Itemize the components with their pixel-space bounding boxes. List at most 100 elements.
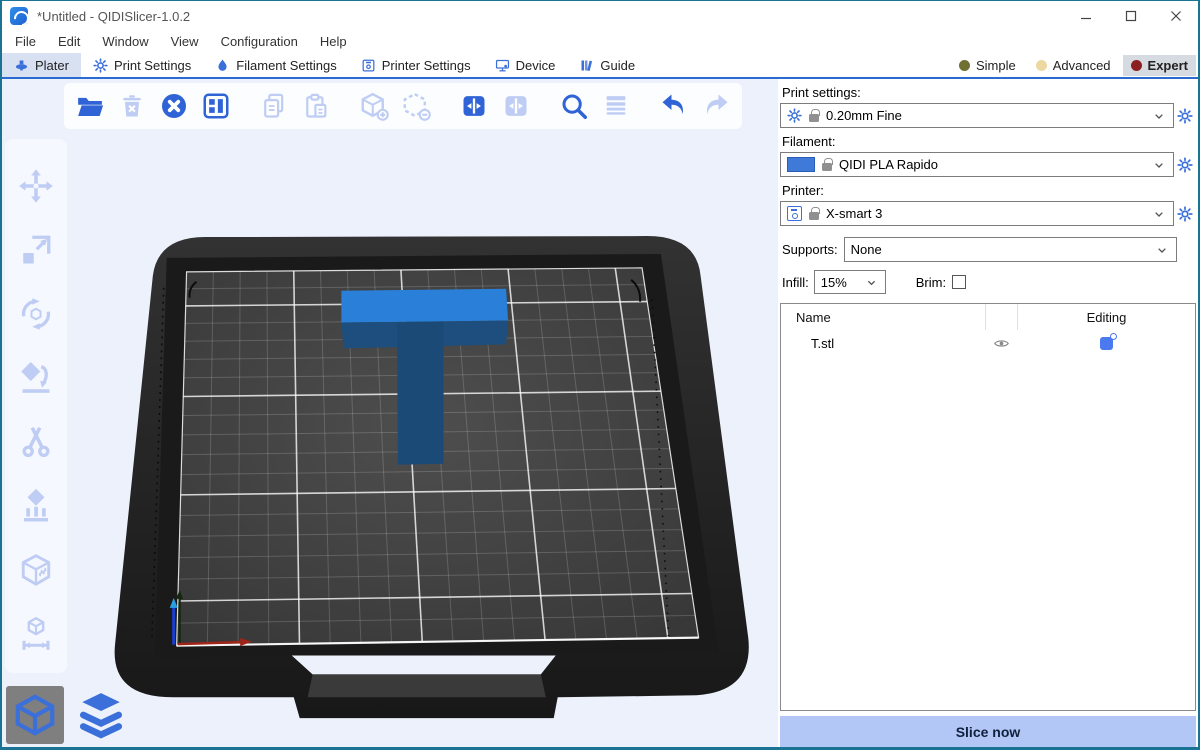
measure-button[interactable] xyxy=(17,615,55,653)
guide-icon xyxy=(579,58,594,73)
supports-combo[interactable]: None xyxy=(844,237,1177,262)
app-window: *Untitled - QIDISlicer-1.0.2 File Edit W… xyxy=(0,0,1200,750)
gear-icon xyxy=(93,58,108,73)
menu-bar: File Edit Window View Configuration Help xyxy=(2,31,1198,53)
view-toggle xyxy=(6,686,130,744)
scale-button[interactable] xyxy=(17,231,55,269)
slice-now-button[interactable]: Slice now xyxy=(780,716,1196,747)
bed-handle-bar xyxy=(308,674,546,697)
menu-help[interactable]: Help xyxy=(309,31,358,53)
print-settings-gear-button[interactable] xyxy=(1174,108,1196,124)
delete-all-icon xyxy=(159,91,189,121)
measure-icon xyxy=(18,616,54,652)
model-top-face xyxy=(341,289,508,323)
place-on-face-icon xyxy=(18,360,54,396)
gizmo-toolbar xyxy=(5,139,67,673)
tab-plater[interactable]: Plater xyxy=(2,53,81,77)
printer-combo[interactable]: X-smart 3 xyxy=(780,201,1174,226)
place-on-face-button[interactable] xyxy=(17,359,55,397)
menu-configuration[interactable]: Configuration xyxy=(210,31,309,53)
redo-button[interactable] xyxy=(700,89,732,123)
move-button[interactable] xyxy=(17,167,55,205)
mode-label: Simple xyxy=(976,58,1016,73)
3d-viewport[interactable] xyxy=(2,79,778,747)
remove-instance-button[interactable] xyxy=(400,89,432,123)
mode-advanced[interactable]: Advanced xyxy=(1028,55,1119,76)
print-settings-value: 0.20mm Fine xyxy=(826,108,902,123)
split-to-parts-button[interactable] xyxy=(500,89,532,123)
gear-icon xyxy=(1177,206,1193,222)
paste-button[interactable] xyxy=(300,89,332,123)
mode-label: Advanced xyxy=(1053,58,1111,73)
object-list-header: Name Editing xyxy=(781,304,1195,330)
printer-icon xyxy=(361,58,376,73)
tab-printer-settings[interactable]: Printer Settings xyxy=(349,53,483,77)
printer-value: X-smart 3 xyxy=(826,206,882,221)
delete-icon xyxy=(118,92,146,120)
tab-bar: Plater Print Settings Filament Settings … xyxy=(2,53,1198,79)
object-name: T.stl xyxy=(781,336,985,351)
supports-label: Supports: xyxy=(782,242,838,257)
seam-button[interactable] xyxy=(17,551,55,589)
expert-mode-dot-icon xyxy=(1131,60,1142,71)
preview-layers-button[interactable] xyxy=(72,686,130,744)
paint-supports-button[interactable] xyxy=(17,487,55,525)
window-title: *Untitled - QIDISlicer-1.0.2 xyxy=(37,9,190,24)
variable-layer-height-button[interactable] xyxy=(600,89,632,123)
gear-icon xyxy=(1177,108,1193,124)
infill-combo[interactable]: 15% xyxy=(814,270,886,294)
filament-gear-button[interactable] xyxy=(1174,157,1196,173)
open-folder-button[interactable] xyxy=(74,89,106,123)
undo-button[interactable] xyxy=(658,89,690,123)
split-to-objects-button[interactable] xyxy=(458,89,490,123)
object-row-tstl[interactable]: T.stl xyxy=(781,330,1195,356)
arrange-button[interactable] xyxy=(200,89,232,123)
seam-icon xyxy=(18,552,54,588)
move-icon xyxy=(18,168,54,204)
cut-button[interactable] xyxy=(17,423,55,461)
menu-window[interactable]: Window xyxy=(91,31,159,53)
redo-icon xyxy=(701,91,731,121)
add-instance-icon xyxy=(359,91,389,121)
maximize-icon xyxy=(1125,10,1137,22)
search-button[interactable] xyxy=(558,89,590,123)
cut-icon xyxy=(18,424,54,460)
printer-gear-button[interactable] xyxy=(1174,206,1196,222)
copy-button[interactable] xyxy=(258,89,290,123)
mode-expert[interactable]: Expert xyxy=(1123,55,1196,76)
menu-edit[interactable]: Edit xyxy=(47,31,91,53)
arrange-icon xyxy=(201,91,231,121)
tab-filament-settings[interactable]: Filament Settings xyxy=(203,53,348,77)
scale-icon xyxy=(18,232,54,268)
chevron-down-icon xyxy=(1154,242,1170,258)
delete-all-button[interactable] xyxy=(158,89,190,123)
rotate-button[interactable] xyxy=(17,295,55,333)
tab-device[interactable]: Device xyxy=(483,53,568,77)
printer-label: Printer: xyxy=(782,183,1196,198)
tab-print-settings[interactable]: Print Settings xyxy=(81,53,203,77)
tab-label: Print Settings xyxy=(114,58,191,73)
filament-combo[interactable]: QIDI PLA Rapido xyxy=(780,152,1174,177)
window-controls xyxy=(1063,1,1198,31)
print-settings-combo[interactable]: 0.20mm Fine xyxy=(780,103,1174,128)
split-to-parts-icon xyxy=(502,92,530,120)
editing-cell[interactable] xyxy=(1017,330,1195,356)
brim-checkbox[interactable] xyxy=(952,275,966,289)
add-instance-button[interactable] xyxy=(358,89,390,123)
tab-guide[interactable]: Guide xyxy=(567,53,647,77)
chevron-down-icon xyxy=(1151,206,1167,222)
maximize-button[interactable] xyxy=(1108,1,1153,31)
visibility-toggle[interactable] xyxy=(985,330,1017,356)
filament-color-swatch xyxy=(787,157,815,172)
minimize-button[interactable] xyxy=(1063,1,1108,31)
close-button[interactable] xyxy=(1153,1,1198,31)
variable-layer-height-icon xyxy=(602,92,630,120)
menu-view[interactable]: View xyxy=(160,31,210,53)
tab-label: Plater xyxy=(35,58,69,73)
open-folder-icon xyxy=(75,91,105,121)
3d-editor-view-button[interactable] xyxy=(6,686,64,744)
mode-simple[interactable]: Simple xyxy=(951,55,1024,76)
menu-file[interactable]: File xyxy=(4,31,47,53)
delete-button[interactable] xyxy=(116,89,148,123)
simple-mode-dot-icon xyxy=(959,60,970,71)
